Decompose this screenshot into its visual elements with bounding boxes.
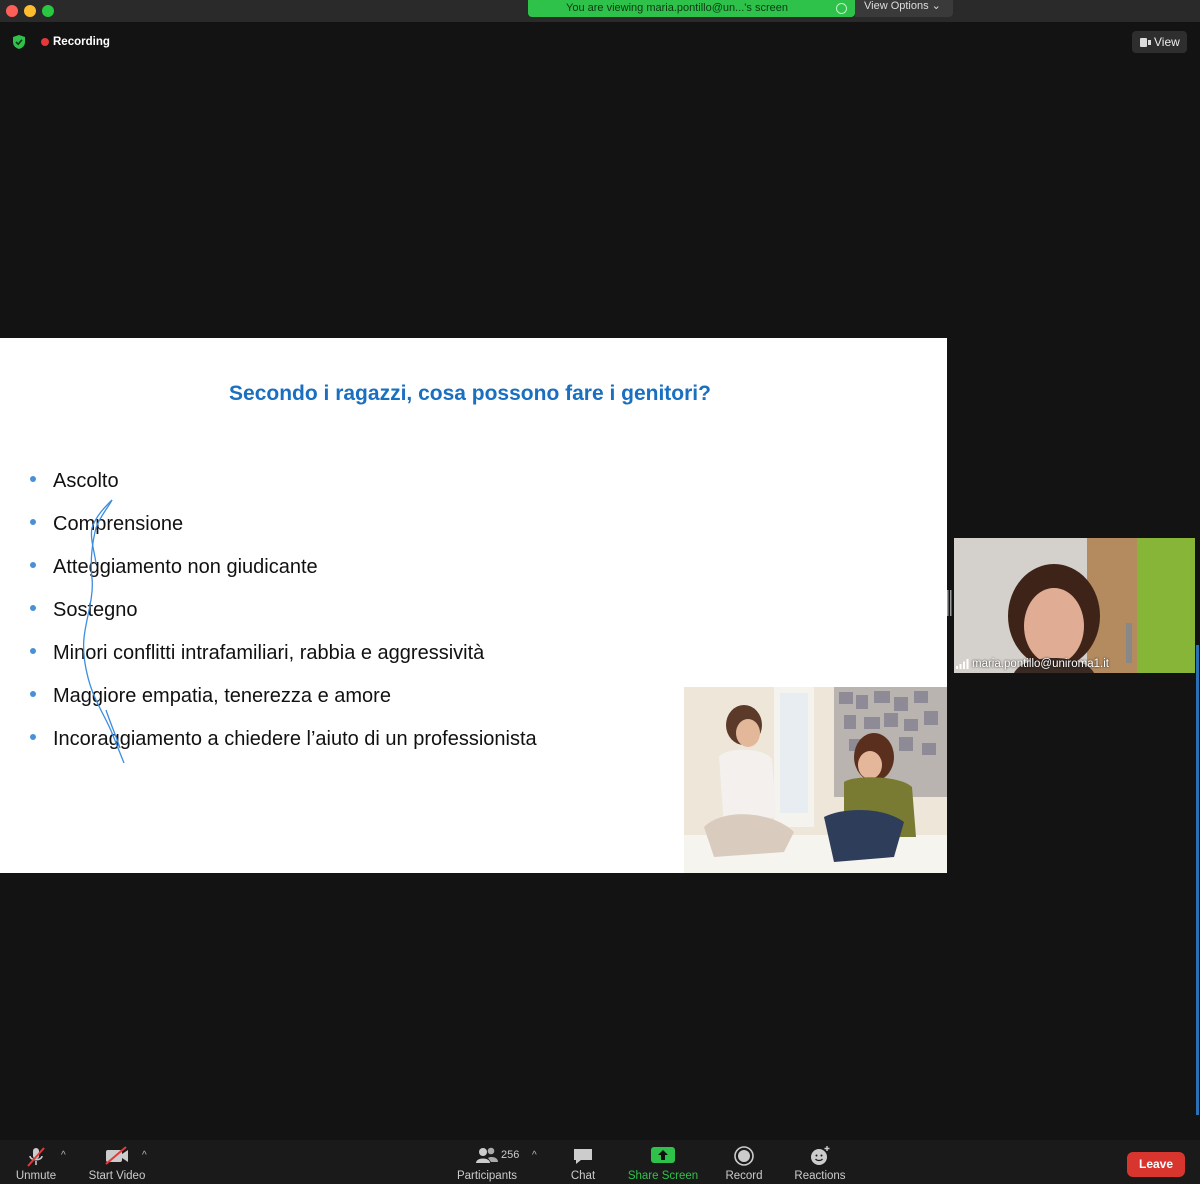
view-layout-icon <box>1140 38 1147 47</box>
signal-strength-icon <box>956 659 969 669</box>
share-status-icon <box>836 3 847 14</box>
bullet-item: Ascolto <box>30 466 537 509</box>
view-button[interactable]: View <box>1132 31 1187 53</box>
fullscreen-window-button[interactable] <box>42 5 54 17</box>
slide-bullet-list: Ascolto Comprensione Atteggiamento non g… <box>30 466 537 767</box>
reactions-smiley-icon <box>811 1146 830 1165</box>
bullet-dot-icon <box>30 605 36 611</box>
view-button-label: View <box>1154 35 1180 49</box>
bullet-item: Comprensione <box>30 509 537 552</box>
screen-share-banner: You are viewing maria.pontillo@un...'s s… <box>528 0 855 17</box>
bullet-item: Atteggiamento non giudicante <box>30 552 537 595</box>
bullet-item: Minori conflitti intrafamiliari, rabbia … <box>30 638 537 681</box>
microphone-muted-icon <box>27 1147 45 1167</box>
bullet-dot-icon <box>30 691 36 697</box>
bullet-text: Atteggiamento non giudicante <box>53 556 318 578</box>
close-window-button[interactable] <box>6 5 18 17</box>
slide-photo-image <box>684 687 947 873</box>
bullet-dot-icon <box>30 734 36 740</box>
bullet-item: Maggiore empatia, tenerezza e amore <box>30 681 537 724</box>
participants-button[interactable]: 256 Participants <box>455 1140 519 1184</box>
participant-video-image <box>954 538 1195 673</box>
bullet-dot-icon <box>30 476 36 482</box>
start-video-label: Start Video <box>88 1170 146 1182</box>
bullet-text: Minori conflitti intrafamiliari, rabbia … <box>53 642 485 664</box>
slide-title: Secondo i ragazzi, cosa possono fare i g… <box>229 382 711 405</box>
recording-label: Recording <box>53 36 110 48</box>
panel-resize-handle[interactable] <box>947 590 952 616</box>
chat-button[interactable]: Chat <box>563 1140 603 1184</box>
participants-label: Participants <box>456 1170 518 1182</box>
minimize-window-button[interactable] <box>24 5 36 17</box>
unmute-label: Unmute <box>15 1170 57 1182</box>
start-video-button[interactable]: Start Video <box>84 1140 150 1184</box>
shared-screen-slide: Secondo i ragazzi, cosa possono fare i g… <box>0 338 947 873</box>
share-screen-label: Share Screen <box>627 1170 699 1182</box>
share-screen-icon <box>651 1147 675 1163</box>
participant-video-tile[interactable]: maria.pontillo@uniroma1.it <box>954 538 1195 673</box>
unmute-button[interactable]: Unmute <box>10 1140 62 1184</box>
bullet-text: Maggiore empatia, tenerezza e amore <box>53 685 391 707</box>
bullet-item: Sostegno <box>30 595 537 638</box>
window-titlebar: You are viewing maria.pontillo@un...'s s… <box>0 0 1200 22</box>
participants-icon <box>476 1147 498 1163</box>
record-button[interactable]: Record <box>722 1140 766 1184</box>
participants-options-caret-icon[interactable]: ^ <box>532 1150 537 1161</box>
share-screen-button[interactable]: Share Screen <box>625 1140 701 1184</box>
audio-options-caret-icon[interactable]: ^ <box>61 1150 66 1161</box>
record-icon <box>734 1146 754 1166</box>
bullet-dot-icon <box>30 519 36 525</box>
participant-name: maria.pontillo@uniroma1.it <box>972 658 1109 670</box>
recording-dot-icon <box>41 38 49 46</box>
bullet-dot-icon <box>30 648 36 654</box>
scrollbar[interactable] <box>1196 645 1199 1115</box>
security-shield-icon[interactable] <box>12 34 26 50</box>
bullet-text: Comprensione <box>53 513 184 535</box>
video-camera-off-icon <box>105 1146 128 1165</box>
chat-label: Chat <box>570 1170 596 1182</box>
view-options-label: View Options <box>864 0 929 12</box>
record-label: Record <box>725 1170 763 1182</box>
bullet-text: Incoraggiamento a chiedere l’aiuto di un… <box>53 728 537 750</box>
leave-meeting-button[interactable]: Leave <box>1127 1152 1185 1177</box>
meeting-toolbar: Unmute ^ Start Video ^ 256 Participants … <box>0 1140 1200 1184</box>
participant-name-bar: maria.pontillo@uniroma1.it <box>954 655 1195 673</box>
chevron-down-icon: ⌄ <box>931 0 941 12</box>
reactions-label: Reactions <box>794 1170 846 1182</box>
video-options-caret-icon[interactable]: ^ <box>142 1150 147 1161</box>
participants-count: 256 <box>501 1149 520 1161</box>
bullet-item: Incoraggiamento a chiedere l’aiuto di un… <box>30 724 537 767</box>
bullet-text: Sostegno <box>53 599 138 621</box>
view-options-menu[interactable]: View Options ⌄ <box>855 0 953 17</box>
share-banner-text: You are viewing maria.pontillo@un...'s s… <box>566 2 788 14</box>
reactions-button[interactable]: Reactions <box>792 1140 848 1184</box>
bullet-text: Ascolto <box>53 470 119 492</box>
chat-bubble-icon <box>574 1149 592 1164</box>
bullet-dot-icon <box>30 562 36 568</box>
